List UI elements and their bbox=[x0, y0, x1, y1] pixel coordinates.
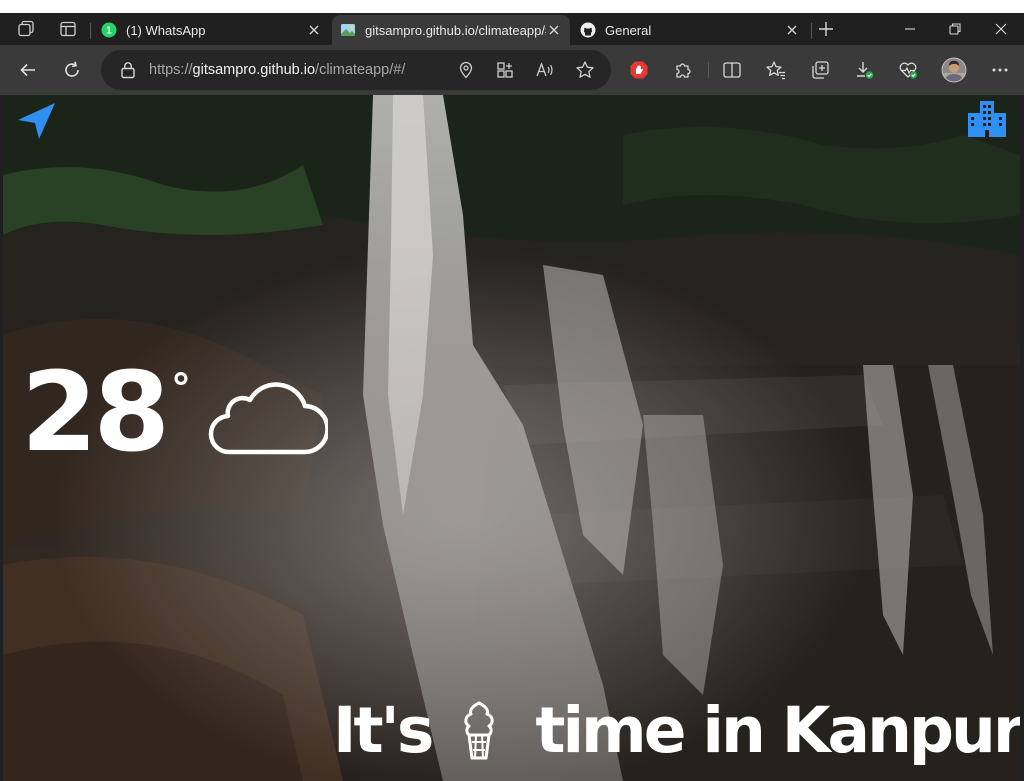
current-location-icon[interactable] bbox=[16, 101, 58, 141]
close-tab-icon[interactable] bbox=[306, 22, 322, 38]
tab-whatsapp[interactable]: 1 (1) WhatsApp bbox=[93, 15, 330, 45]
workspaces-icon[interactable] bbox=[16, 19, 36, 39]
close-tab-icon[interactable] bbox=[546, 22, 562, 38]
image-icon bbox=[340, 22, 356, 38]
new-tab-icon[interactable] bbox=[816, 19, 836, 39]
collections-icon[interactable] bbox=[809, 59, 831, 81]
cloud-icon bbox=[208, 382, 328, 455]
message-suffix: time in Kanpur bbox=[535, 694, 1020, 767]
app-available-icon[interactable] bbox=[495, 60, 515, 80]
github-icon bbox=[580, 22, 596, 38]
tab-title: General bbox=[605, 22, 652, 38]
close-window-icon[interactable] bbox=[991, 19, 1011, 39]
split-screen-icon[interactable] bbox=[721, 59, 743, 81]
downloads-icon[interactable] bbox=[853, 59, 875, 81]
read-aloud-icon[interactable] bbox=[535, 60, 555, 80]
top-strip bbox=[0, 0, 1024, 13]
tab-title: (1) WhatsApp bbox=[126, 22, 206, 38]
browser-essentials-icon[interactable] bbox=[897, 59, 919, 81]
browser-toolbar: https://gitsampro.github.io/climateapp/#… bbox=[0, 45, 1024, 95]
whatsapp-icon: 1 bbox=[101, 22, 117, 38]
lock-icon[interactable] bbox=[119, 60, 137, 80]
profile-avatar[interactable] bbox=[941, 57, 967, 83]
extensions-icon[interactable] bbox=[672, 59, 694, 81]
location-pin-icon[interactable] bbox=[456, 60, 476, 80]
tab-climateapp[interactable]: gitsampro.github.io/climateapp/#/ bbox=[332, 15, 570, 45]
temperature-value: 28 bbox=[21, 348, 170, 476]
tab-title: gitsampro.github.io/climateapp/#/ bbox=[365, 22, 546, 38]
whatsapp-badge: 1 bbox=[106, 26, 112, 37]
weather-message: It's time in Kanpur bbox=[333, 699, 1020, 762]
favorites-icon[interactable] bbox=[765, 59, 787, 81]
city-search-icon[interactable] bbox=[966, 99, 1008, 139]
more-menu-icon[interactable] bbox=[989, 59, 1011, 81]
tab-github-general[interactable]: General bbox=[572, 15, 808, 45]
tab-bar: 1 (1) WhatsApp gitsampro.github.io/clima… bbox=[0, 13, 1024, 45]
minimize-icon[interactable] bbox=[900, 19, 920, 39]
refresh-icon[interactable] bbox=[61, 59, 83, 81]
message-prefix: It's bbox=[333, 694, 434, 767]
weather-app-page: 28 ° It's time in Kanpur bbox=[3, 95, 1020, 781]
url-text[interactable]: https://gitsampro.github.io/climateapp/#… bbox=[149, 62, 405, 78]
address-bar[interactable]: https://gitsampro.github.io/climateapp/#… bbox=[101, 50, 611, 90]
degree-symbol: ° bbox=[171, 366, 191, 412]
close-tab-icon[interactable] bbox=[784, 22, 800, 38]
adblock-icon[interactable] bbox=[628, 59, 650, 81]
tab-actions-icon[interactable] bbox=[58, 19, 78, 39]
restore-icon[interactable] bbox=[945, 19, 965, 39]
favorite-star-icon[interactable] bbox=[575, 60, 595, 80]
ice-cream-icon bbox=[464, 701, 494, 759]
back-icon[interactable] bbox=[17, 59, 39, 81]
